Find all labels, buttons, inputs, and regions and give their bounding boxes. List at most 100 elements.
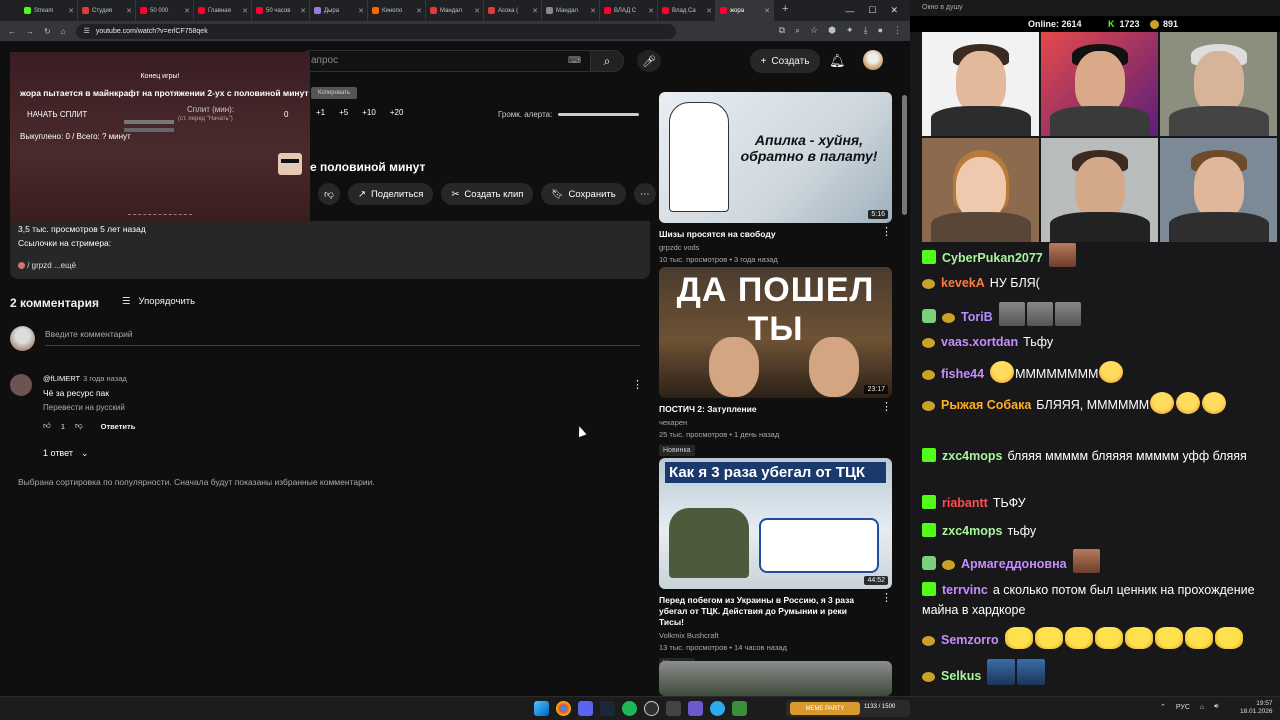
replies-toggle[interactable]: 1 ответ ⌄ (43, 448, 89, 459)
tab-close-icon[interactable]: ✕ (764, 7, 770, 15)
chat-username[interactable]: vaas.xortdan (941, 335, 1018, 349)
dislike-button[interactable]: 👎︎ (318, 183, 340, 205)
tab-close-icon[interactable]: ✕ (184, 7, 190, 15)
comment-input[interactable]: Введите комментарий (45, 329, 640, 346)
tab-close-icon[interactable]: ✕ (648, 7, 654, 15)
comment-menu-icon[interactable]: ⋮ (632, 378, 643, 391)
back-icon[interactable]: ← (8, 27, 16, 36)
menu-icon[interactable]: ⋮ (893, 25, 902, 36)
reply-button[interactable]: Ответить (101, 422, 136, 431)
tab-close-icon[interactable]: ✕ (126, 7, 132, 15)
video-thumbnail[interactable]: Как я 3 раза убегал от ТЦК 44:52 (659, 458, 892, 589)
video-description[interactable]: 3,5 тыс. просмотров 5 лет назад Ссылочки… (10, 221, 650, 279)
video-menu-icon[interactable]: ⋮ (881, 400, 892, 413)
download-icon[interactable]: ⤓ (864, 25, 868, 36)
browser-tab[interactable]: Кинопо ✕ (368, 0, 426, 21)
close-icon[interactable]: ✕ (890, 5, 898, 16)
recommended-video[interactable] (659, 661, 892, 696)
browser-tab[interactable]: 50 часов ✕ (252, 0, 310, 21)
start-split-button[interactable]: НАЧАТЬ СПЛИТ (27, 110, 87, 119)
keyboard-icon[interactable]: ⌨ (568, 55, 581, 66)
spotify-icon[interactable] (622, 701, 637, 716)
steam-icon[interactable] (600, 701, 615, 716)
sort-button[interactable]: ☰ Упорядочить (122, 296, 195, 307)
browser-tab[interactable]: Главная ✕ (194, 0, 252, 21)
extension-icon[interactable]: ⬢ (828, 25, 836, 36)
channel-name[interactable]: Volkmix Bushcraft (659, 631, 892, 640)
chat-username[interactable]: ToriB (961, 310, 993, 324)
site-info-icon[interactable]: ☰ (84, 27, 90, 35)
start-icon[interactable] (534, 701, 549, 716)
translate-link[interactable]: Перевести на русский (43, 403, 125, 412)
tab-close-icon[interactable]: ✕ (358, 7, 364, 15)
chat-username[interactable]: zxc4mops (942, 524, 1002, 538)
video-thumbnail[interactable]: Апилка - хуйня, обратно в палату! 5:16 (659, 92, 892, 223)
browser-tab[interactable]: жора ✕ (716, 0, 774, 21)
page-scrollbar[interactable] (902, 95, 907, 215)
volume-icon[interactable]: 🔊︎ (1214, 703, 1218, 711)
create-button[interactable]: + Создать (750, 49, 820, 73)
chat-username[interactable]: Рыжая Собака (941, 398, 1031, 412)
url-field[interactable]: ☰ youtube.com/watch?v=erlCF758qek (75, 23, 676, 39)
chat-username[interactable]: Selkus (941, 669, 981, 683)
commenter-name[interactable]: @fLIMERT 3 года назад (43, 374, 127, 383)
obs-icon[interactable] (644, 701, 659, 716)
puzzle-icon[interactable]: ✦ (846, 25, 854, 36)
tab-close-icon[interactable]: ✕ (532, 7, 538, 15)
chat-username[interactable]: Армагеддоновна (961, 557, 1067, 571)
recommended-video[interactable]: Как я 3 раза убегал от ТЦК 44:52 ⋮ Перед… (659, 458, 892, 670)
chat-username[interactable]: fishe44 (941, 367, 984, 381)
description-link[interactable]: / grpzd (27, 261, 51, 270)
telegram-icon[interactable] (710, 701, 725, 716)
commenter-avatar[interactable] (10, 374, 32, 396)
account-avatar[interactable] (863, 50, 883, 70)
tab-close-icon[interactable]: ✕ (68, 7, 74, 15)
video-thumbnail[interactable]: ДА ПОШЕЛ ТЫ 23:17 (659, 267, 892, 398)
chat-username[interactable]: kevekA (941, 276, 985, 290)
new-tab-button[interactable]: + (782, 3, 788, 15)
network-icon[interactable]: ⌂ (1200, 704, 1204, 711)
discord-icon[interactable] (578, 701, 593, 716)
dislike-icon[interactable]: 👎︎ (75, 421, 83, 431)
channel-name[interactable]: grpzdc vods (659, 243, 892, 252)
minimize-icon[interactable]: — (845, 6, 854, 16)
video-menu-icon[interactable]: ⋮ (881, 225, 892, 238)
recommended-video[interactable]: Апилка - хуйня, обратно в палату! 5:16 ⋮… (659, 92, 892, 264)
voice-search-button[interactable]: 🎤︎ (637, 50, 661, 72)
forward-icon[interactable]: → (26, 27, 34, 36)
save-button[interactable]: 🔖︎ Сохранить (541, 183, 626, 205)
search-button[interactable]: ⌕ (590, 50, 624, 72)
split-increment-button[interactable]: +1 (316, 108, 325, 117)
show-more-link[interactable]: ...ещё (54, 261, 76, 270)
share-button[interactable]: ↗ Поделиться (348, 183, 434, 205)
browser-tab[interactable]: Stream ✕ (20, 0, 78, 21)
browser-tab[interactable]: Влад Са ✕ (658, 0, 716, 21)
player-icon[interactable] (688, 701, 703, 716)
tab-close-icon[interactable]: ✕ (706, 7, 712, 15)
chat-username[interactable]: riabantt (942, 496, 988, 510)
maximize-icon[interactable]: ☐ (868, 5, 876, 16)
install-icon[interactable]: ⧉ (779, 25, 785, 36)
bookmark-star-icon[interactable]: ☆ (810, 25, 818, 36)
create-clip-button[interactable]: ✂ Создать клип (441, 183, 534, 205)
chat-username[interactable]: terrvinc (942, 583, 988, 597)
browser-tab[interactable]: ВЛАД С ✕ (600, 0, 658, 21)
video-player[interactable]: Конец игры! жора пытается в майнкрафт на… (10, 52, 310, 221)
browser-tab[interactable]: Мандал ✕ (426, 0, 484, 21)
chat-username[interactable]: zxc4mops (942, 449, 1002, 463)
chat-username[interactable]: CyberPukan2077 (942, 251, 1043, 265)
search-input[interactable]: апрос (300, 50, 592, 72)
recommended-video[interactable]: ДА ПОШЕЛ ТЫ 23:17 ⋮ ПОСТИЧ 2: Затупление… (659, 267, 892, 457)
channel-name[interactable]: чекарен (659, 418, 892, 427)
chrome-icon[interactable] (556, 701, 571, 716)
files-icon[interactable] (732, 701, 747, 716)
browser-tab[interactable]: Асока (✕ (484, 0, 542, 21)
tab-close-icon[interactable]: ✕ (300, 7, 306, 15)
split-increment-button[interactable]: +10 (362, 108, 376, 117)
browser-tab[interactable]: 50 000 ✕ (136, 0, 194, 21)
split-increment-button[interactable]: +5 (339, 108, 348, 117)
copy-pill[interactable]: Копировать (311, 87, 357, 99)
language-indicator[interactable]: РУС (1176, 704, 1190, 711)
chat-username[interactable]: Semzorro (941, 633, 999, 647)
video-thumbnail[interactable] (659, 661, 892, 696)
